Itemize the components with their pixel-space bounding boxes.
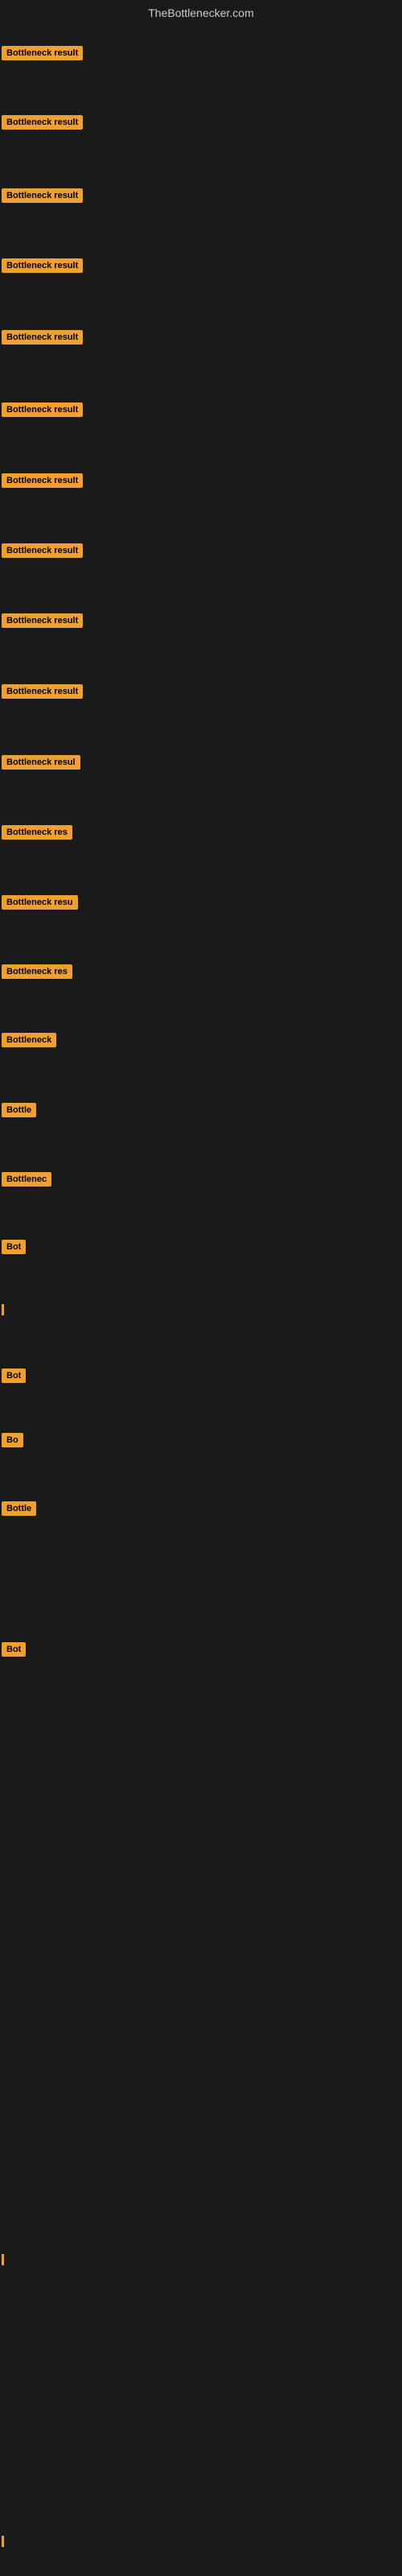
bottleneck-badge-21[interactable]: Bo xyxy=(2,1433,23,1447)
badge-container-21: Bo xyxy=(2,1433,23,1451)
badge-container-11: Bottleneck resul xyxy=(2,755,80,774)
bottleneck-badge-4[interactable]: Bottleneck result xyxy=(2,258,83,273)
tick-mark-19 xyxy=(2,1304,4,1315)
badge-container-18: Bot xyxy=(2,1240,26,1258)
badge-container-5: Bottleneck result xyxy=(2,330,83,349)
badge-container-14: Bottleneck res xyxy=(2,964,72,983)
badge-container-3: Bottleneck result xyxy=(2,188,83,207)
badge-container-9: Bottleneck result xyxy=(2,613,83,632)
badge-container-8: Bottleneck result xyxy=(2,543,83,562)
bottleneck-badge-22[interactable]: Bottle xyxy=(2,1501,36,1516)
bottleneck-badge-24[interactable]: Bot xyxy=(2,1642,26,1657)
badge-container-24: Bot xyxy=(2,1642,26,1661)
bottleneck-badge-13[interactable]: Bottleneck resu xyxy=(2,895,78,910)
site-title-container: TheBottlenecker.com xyxy=(0,0,402,23)
badge-container-1: Bottleneck result xyxy=(2,46,83,64)
site-title: TheBottlenecker.com xyxy=(0,0,402,23)
badge-container-2: Bottleneck result xyxy=(2,115,83,134)
badge-container-6: Bottleneck result xyxy=(2,402,83,421)
bottleneck-badge-16[interactable]: Bottle xyxy=(2,1103,36,1117)
badge-container-20: Bot xyxy=(2,1368,26,1387)
badge-container-4: Bottleneck result xyxy=(2,258,83,277)
bottleneck-badge-10[interactable]: Bottleneck result xyxy=(2,684,83,699)
bottleneck-badge-18[interactable]: Bot xyxy=(2,1240,26,1254)
badge-container-7: Bottleneck result xyxy=(2,473,83,492)
bottleneck-badge-9[interactable]: Bottleneck result xyxy=(2,613,83,628)
bottleneck-badge-17[interactable]: Bottlenec xyxy=(2,1172,51,1187)
badge-container-12: Bottleneck res xyxy=(2,825,72,844)
bottleneck-badge-1[interactable]: Bottleneck result xyxy=(2,46,83,60)
bottleneck-badge-5[interactable]: Bottleneck result xyxy=(2,330,83,345)
bottleneck-badge-15[interactable]: Bottleneck xyxy=(2,1033,56,1047)
bottleneck-badge-7[interactable]: Bottleneck result xyxy=(2,473,83,488)
bottleneck-badge-12[interactable]: Bottleneck res xyxy=(2,825,72,840)
badge-container-10: Bottleneck result xyxy=(2,684,83,703)
bottleneck-badge-8[interactable]: Bottleneck result xyxy=(2,543,83,558)
bottleneck-badge-20[interactable]: Bot xyxy=(2,1368,26,1383)
badge-container-22: Bottle xyxy=(2,1501,36,1520)
bottleneck-badge-3[interactable]: Bottleneck result xyxy=(2,188,83,203)
badge-container-15: Bottleneck xyxy=(2,1033,56,1051)
tick-mark-bottom xyxy=(2,2536,4,2547)
bottleneck-badge-2[interactable]: Bottleneck result xyxy=(2,115,83,130)
bottleneck-badge-6[interactable]: Bottleneck result xyxy=(2,402,83,417)
badge-container-13: Bottleneck resu xyxy=(2,895,78,914)
bottleneck-badge-11[interactable]: Bottleneck resul xyxy=(2,755,80,770)
badge-container-17: Bottlenec xyxy=(2,1172,51,1191)
badge-container-16: Bottle xyxy=(2,1103,36,1121)
tick-mark-25 xyxy=(2,2254,4,2265)
bottleneck-badge-14[interactable]: Bottleneck res xyxy=(2,964,72,979)
